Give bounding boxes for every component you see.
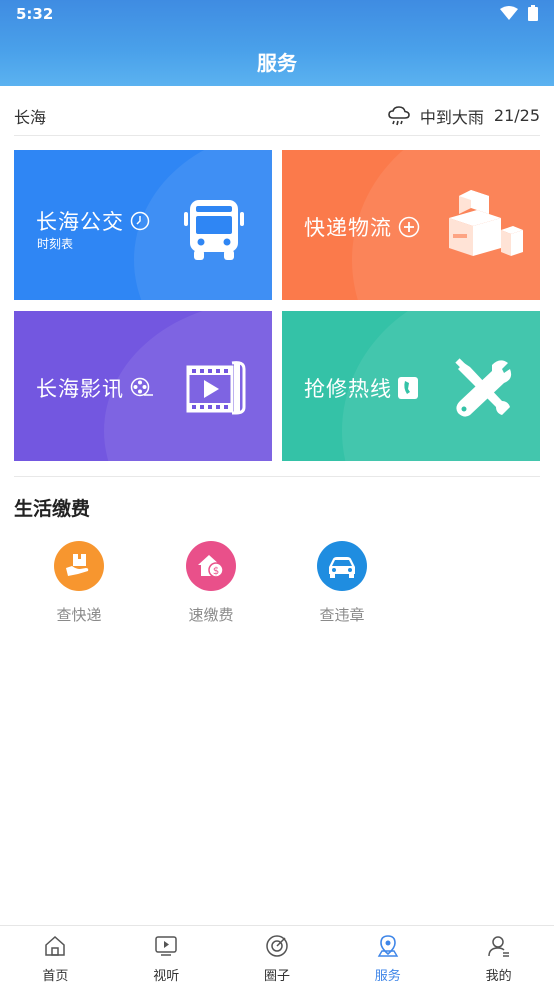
film-reel-icon bbox=[130, 377, 153, 397]
tile-repair-hotline[interactable]: 抢修热线 bbox=[282, 311, 540, 461]
wifi-icon bbox=[500, 6, 518, 20]
weather-bar[interactable]: 长海 中到大雨 21/25 bbox=[14, 96, 540, 136]
clock-icon bbox=[130, 211, 150, 231]
location-pin-icon bbox=[377, 935, 399, 957]
life-payment-title: 生活缴费 bbox=[14, 498, 91, 520]
package-boxes-icon bbox=[449, 190, 523, 256]
tab-mine-label: 我的 bbox=[485, 969, 512, 984]
life-item-violation-query[interactable]: 查违章 bbox=[302, 541, 382, 625]
tile-film-news[interactable]: 长海影讯 bbox=[14, 311, 272, 461]
tab-circle[interactable]: 圈子 bbox=[222, 926, 333, 986]
tile-express-logistics[interactable]: 快递物流 bbox=[282, 150, 540, 300]
weather-info: 中到大雨 21/25 bbox=[388, 104, 540, 128]
tab-home-label: 首页 bbox=[42, 969, 69, 984]
tab-home[interactable]: 首页 bbox=[0, 926, 111, 986]
express-query-label: 查快递 bbox=[56, 606, 102, 624]
tile-repair-label: 抢修热线 bbox=[304, 377, 392, 401]
city-name: 长海 bbox=[14, 107, 47, 127]
status-icons bbox=[500, 5, 538, 21]
battery-icon bbox=[528, 5, 538, 21]
violation-query-label: 查违章 bbox=[319, 606, 365, 624]
home-icon bbox=[45, 935, 66, 956]
bus-icon bbox=[184, 200, 244, 260]
user-icon bbox=[487, 936, 509, 957]
tile-express-label: 快递物流 bbox=[304, 216, 392, 240]
tab-circle-label: 圈子 bbox=[263, 969, 290, 984]
tile-express-title: 快递物流 bbox=[304, 212, 420, 242]
life-item-express-query[interactable]: 查快递 bbox=[39, 541, 119, 625]
svg-text:$: $ bbox=[213, 566, 219, 577]
tile-bus-schedule[interactable]: 长海公交 时刻表 bbox=[14, 150, 272, 300]
tile-film-title: 长海影讯 bbox=[36, 373, 154, 403]
tab-service[interactable]: 服务 bbox=[332, 926, 443, 986]
film-strip-icon bbox=[186, 361, 246, 415]
status-time: 5:32 bbox=[16, 5, 54, 23]
house-coin-icon: $ bbox=[198, 555, 224, 578]
phone-icon bbox=[398, 377, 418, 399]
bottom-tab-bar: 首页 视听 圈子 服务 我的 bbox=[0, 925, 554, 986]
tab-video[interactable]: 视听 bbox=[111, 926, 222, 986]
violation-query-icon bbox=[317, 541, 367, 591]
tile-repair-title: 抢修热线 bbox=[304, 373, 418, 403]
weather-temp: 21/25 bbox=[493, 106, 540, 125]
hand-box-icon bbox=[66, 554, 89, 576]
tile-bus-label: 长海公交 bbox=[36, 210, 124, 234]
car-icon bbox=[329, 557, 355, 578]
weather-condition: 中到大雨 bbox=[419, 107, 484, 127]
tile-bus-subtitle: 时刻表 bbox=[37, 237, 74, 251]
quick-pay-icon: $ bbox=[186, 541, 236, 591]
wrench-screwdriver-icon bbox=[455, 358, 512, 417]
tab-video-label: 视听 bbox=[153, 969, 180, 984]
tab-mine[interactable]: 我的 bbox=[443, 926, 554, 986]
quick-pay-label: 速缴费 bbox=[188, 606, 234, 624]
rain-cloud-icon bbox=[388, 105, 410, 125]
section-divider bbox=[14, 476, 540, 477]
life-item-quick-pay[interactable]: $ 速缴费 bbox=[171, 541, 251, 625]
target-icon bbox=[266, 935, 288, 957]
app-header: 5:32 服务 bbox=[0, 0, 554, 86]
express-query-icon bbox=[54, 541, 104, 591]
tile-bus-title: 长海公交 bbox=[36, 206, 150, 236]
tv-play-icon bbox=[155, 936, 177, 956]
page-title: 服务 bbox=[257, 51, 297, 75]
tab-service-label: 服务 bbox=[374, 969, 401, 984]
plus-circle-icon bbox=[398, 216, 420, 238]
tile-film-label: 长海影讯 bbox=[36, 377, 124, 401]
